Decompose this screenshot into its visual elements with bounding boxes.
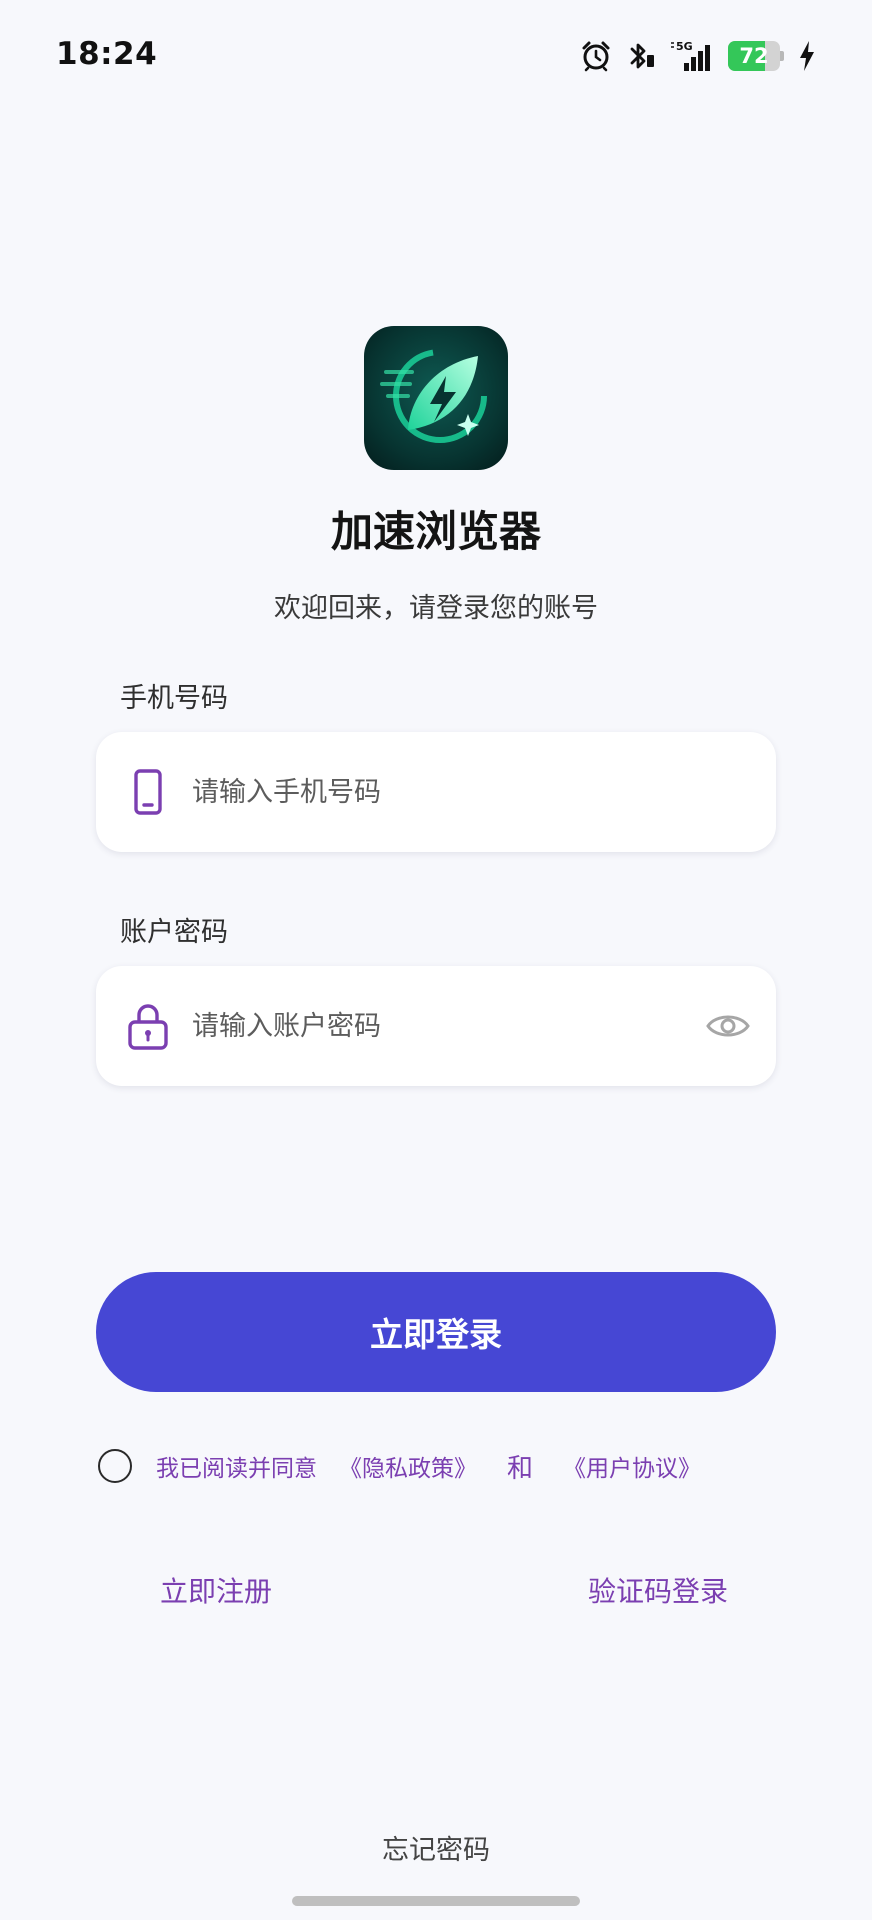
password-field-card[interactable] xyxy=(96,966,776,1086)
battery-icon: 72 xyxy=(728,41,784,71)
forgot-password-link[interactable]: 忘记密码 xyxy=(0,1828,872,1867)
status-icons: 5G 72 xyxy=(580,38,816,74)
phone-input[interactable] xyxy=(192,762,672,822)
password-label: 账户密码 xyxy=(120,917,228,948)
battery-level: 72 xyxy=(739,44,769,68)
privacy-policy-link[interactable]: 《隐私政策》 xyxy=(339,1449,477,1483)
app-subtitle: 欢迎回来，请登录您的账号 xyxy=(274,593,598,624)
login-button[interactable]: 立即登录 xyxy=(96,1272,776,1392)
agreement-row: 我已阅读并同意 《隐私政策》 和 《用户协议》 xyxy=(98,1448,701,1484)
agree-text: 我已阅读并同意 xyxy=(156,1456,317,1482)
phone-field-card[interactable] xyxy=(96,732,776,852)
login-screen: 18:24 5G 72 加速浏览器 欢迎回来，请登录您的账号 手机号码 请输入手… xyxy=(0,0,872,1920)
app-logo xyxy=(364,326,508,470)
user-agreement-link[interactable]: 《用户协议》 xyxy=(563,1449,701,1483)
agree-checkbox[interactable] xyxy=(98,1449,132,1483)
password-input[interactable] xyxy=(192,996,672,1056)
phone-icon xyxy=(124,768,172,816)
sms-login-link[interactable]: 验证码登录 xyxy=(588,1570,728,1610)
network-type-label: 5G xyxy=(676,40,693,53)
status-bar: 18:24 5G 72 xyxy=(0,0,872,112)
charging-icon xyxy=(798,40,816,72)
leaf-lightning-logo xyxy=(364,326,508,470)
agree-and-text: 和 xyxy=(507,1453,534,1484)
app-title: 加速浏览器 xyxy=(330,507,541,556)
bluetooth-icon xyxy=(626,40,656,72)
home-indicator[interactable] xyxy=(292,1896,580,1906)
eye-icon[interactable] xyxy=(706,1006,750,1046)
register-link[interactable]: 立即注册 xyxy=(160,1570,272,1610)
phone-label: 手机号码 xyxy=(120,683,228,714)
status-time: 18:24 xyxy=(56,36,158,72)
lock-icon xyxy=(124,1002,172,1050)
alarm-icon xyxy=(580,40,612,72)
signal-icon: 5G xyxy=(670,39,714,73)
